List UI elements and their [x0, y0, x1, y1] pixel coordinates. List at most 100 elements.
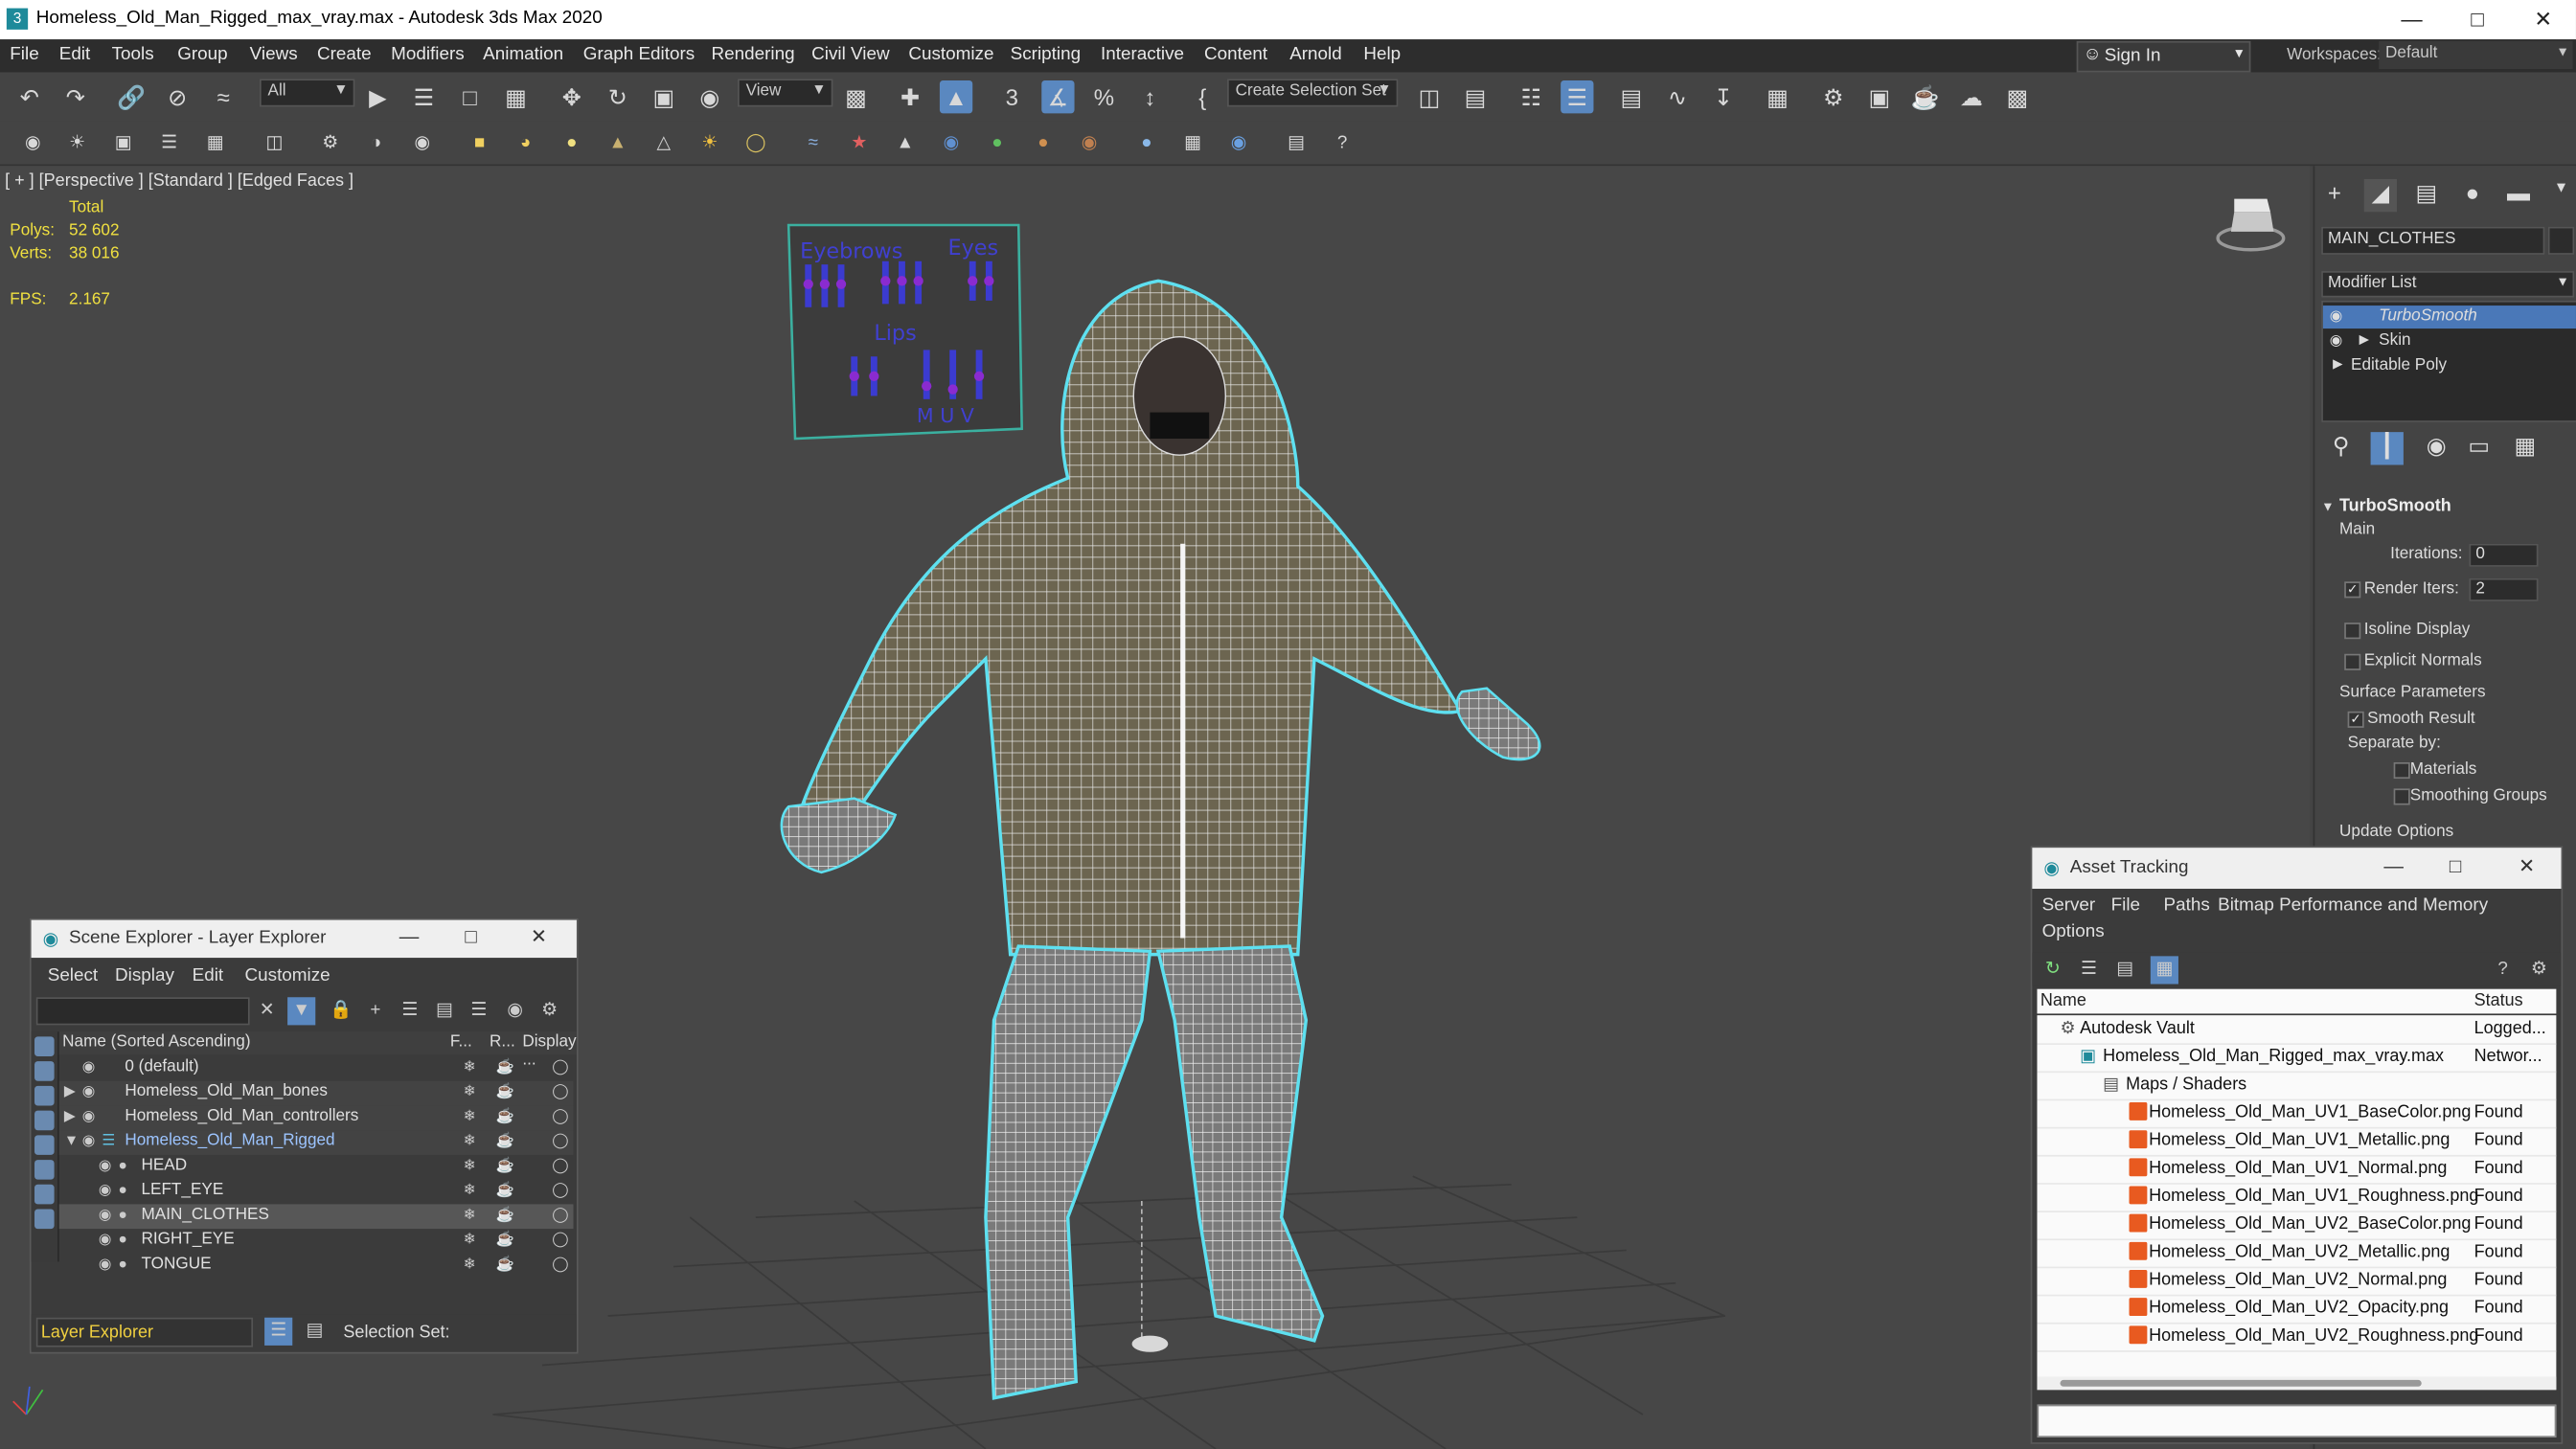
display-icon[interactable]: ◯: [552, 1132, 568, 1150]
display-icon[interactable]: ◯: [552, 1256, 568, 1274]
minimize-icon[interactable]: —: [2383, 854, 2404, 877]
pin-stack-icon[interactable]: ⚲: [2325, 432, 2358, 464]
explorer-mode-dropdown[interactable]: Layer Explorer: [35, 1317, 254, 1347]
motion-tab-icon[interactable]: ●: [2456, 179, 2489, 212]
list-item[interactable]: Homeless_Old_Man_UV2_Roughness.png Found: [2037, 1323, 2557, 1352]
display-icon[interactable]: ◯: [552, 1231, 568, 1249]
smoothing-groups-checkbox[interactable]: [2393, 788, 2410, 805]
toggle-scene-explorer-icon[interactable]: ☷: [1515, 80, 1547, 113]
vray-scatter-icon[interactable]: ◉: [1073, 126, 1106, 159]
menu-edit[interactable]: Edit: [193, 966, 224, 986]
lock-icon[interactable]: 🔒: [327, 997, 354, 1025]
menu-edit[interactable]: Edit: [59, 44, 91, 64]
modify-tab-icon[interactable]: ◢: [2363, 178, 2398, 213]
arnold-options-icon[interactable]: ▦: [199, 126, 232, 159]
vray-plane-light-icon[interactable]: ■: [464, 126, 496, 159]
spinner-snap-icon[interactable]: ↕: [1133, 80, 1166, 113]
menu-options[interactable]: Options: [2042, 921, 2105, 941]
unlink-icon[interactable]: ⊘: [161, 80, 194, 113]
vray-mesh-light-icon[interactable]: ◯: [740, 126, 772, 159]
window-crossing-icon[interactable]: ▦: [499, 80, 532, 113]
edit-named-selection-icon[interactable]: {: [1186, 80, 1219, 113]
teapot-icon[interactable]: ☕: [496, 1157, 514, 1175]
pivot-icon[interactable]: ▩: [839, 80, 872, 113]
vray-proxy-icon[interactable]: ★: [843, 126, 876, 159]
col-status[interactable]: Status: [2474, 990, 2523, 1010]
freeze-icon[interactable]: ❄: [464, 1256, 476, 1274]
menu-content[interactable]: Content: [1204, 44, 1267, 64]
mirror-icon[interactable]: ◫: [1413, 80, 1446, 113]
schematic-view-icon[interactable]: ↧: [1707, 80, 1740, 113]
asset-path-field[interactable]: [2037, 1404, 2557, 1438]
material-editor-icon[interactable]: ▦: [1761, 80, 1793, 113]
table-row[interactable]: ◉ ● HEAD ❄ ☕ ◯: [59, 1155, 574, 1180]
workspace-dropdown[interactable]: Default ▼: [2379, 40, 2573, 70]
vray-export-icon[interactable]: ▤: [1280, 126, 1312, 159]
viewcube[interactable]: [2216, 198, 2286, 252]
percent-snap-icon[interactable]: %: [1087, 80, 1120, 113]
hierarchy-mode-icon[interactable]: ▤: [301, 1318, 329, 1346]
teapot-icon[interactable]: ☕: [496, 1058, 514, 1076]
table-row[interactable]: ◉ ● TONGUE ❄ ☕ ◯: [59, 1254, 574, 1279]
vray-materials-icon[interactable]: ◉: [406, 126, 439, 159]
horizontal-scrollbar[interactable]: [2037, 1376, 2557, 1391]
iterations-spinner[interactable]: 0: [2469, 543, 2539, 567]
expand-icon[interactable]: ▶: [2359, 332, 2370, 347]
menu-customize[interactable]: Customize: [245, 966, 331, 986]
display-none-icon[interactable]: [34, 1036, 55, 1057]
menu-customize[interactable]: Customize: [908, 44, 993, 64]
vray-lister-icon[interactable]: ◑: [360, 126, 393, 159]
display-groups-icon[interactable]: [34, 1184, 55, 1205]
object-color-swatch[interactable]: [2547, 226, 2575, 255]
redo-icon[interactable]: ↷: [59, 80, 92, 113]
display-icon[interactable]: ◯: [552, 1058, 568, 1076]
rendered-frame-window-icon[interactable]: ▣: [1863, 80, 1896, 113]
teapot-icon[interactable]: ☕: [496, 1256, 514, 1274]
list-item[interactable]: Homeless_Old_Man_UV2_Metallic.png Found: [2037, 1238, 2557, 1269]
menu-bitmap-performance[interactable]: Bitmap Performance and Memory: [2218, 895, 2488, 916]
freeze-icon[interactable]: ❄: [464, 1206, 476, 1224]
maximize-icon[interactable]: □: [2450, 854, 2461, 877]
menu-arnold[interactable]: Arnold: [1289, 44, 1342, 64]
render-iters-checkbox[interactable]: ✓: [2344, 581, 2361, 599]
expand-icon[interactable]: ▶: [64, 1082, 76, 1100]
menu-modifiers[interactable]: Modifiers: [391, 44, 465, 64]
expand-icon[interactable]: ▶: [64, 1107, 76, 1125]
teapot-icon[interactable]: ☕: [496, 1107, 514, 1125]
eye-icon[interactable]: ◉: [82, 1132, 95, 1150]
bind-space-warp-icon[interactable]: ≈: [207, 80, 239, 113]
menu-select[interactable]: Select: [48, 966, 98, 986]
move-icon[interactable]: ✥: [556, 80, 588, 113]
toggle-ribbon-icon[interactable]: ▤: [1615, 80, 1648, 113]
display-helpers-icon[interactable]: [34, 1135, 55, 1155]
display-geometry-icon[interactable]: [34, 1061, 55, 1081]
render-cloud-icon[interactable]: ☁: [1955, 80, 1988, 113]
rotate-icon[interactable]: ↻: [602, 80, 634, 113]
display-icon[interactable]: ◯: [552, 1157, 568, 1175]
undo-icon[interactable]: ↶: [13, 80, 46, 113]
vray-volume-icon[interactable]: ●: [1027, 126, 1060, 159]
freeze-icon[interactable]: ❄: [464, 1181, 476, 1199]
select-by-name-icon[interactable]: ☰: [407, 80, 440, 113]
teapot-icon[interactable]: ☕: [496, 1082, 514, 1100]
vray-cloud-icon[interactable]: ◉: [1222, 126, 1255, 159]
vray-fur-icon[interactable]: ≈: [797, 126, 830, 159]
menu-server[interactable]: Server: [2042, 895, 2096, 916]
selection-set-dropdown[interactable]: Create Selection Set ▼: [1227, 79, 1399, 107]
smooth-result-checkbox[interactable]: ✓: [2347, 711, 2364, 728]
add-layer-icon[interactable]: +: [361, 997, 389, 1025]
list-item[interactable]: Homeless_Old_Man_UV2_Opacity.png Found: [2037, 1295, 2557, 1324]
scene-search-input[interactable]: [35, 997, 250, 1026]
menu-graph-editors[interactable]: Graph Editors: [583, 44, 695, 64]
create-tab-icon[interactable]: +: [2318, 179, 2351, 212]
snaps-toggle-icon[interactable]: 3: [995, 80, 1028, 113]
maximize-icon[interactable]: □: [2445, 3, 2511, 35]
selection-filter-dropdown[interactable]: All ▼: [259, 79, 355, 107]
eye-icon[interactable]: ◉: [99, 1181, 111, 1199]
menu-create[interactable]: Create: [317, 44, 372, 64]
make-unique-icon[interactable]: ◉: [2420, 432, 2452, 464]
minimize-icon[interactable]: —: [2379, 3, 2445, 35]
table-row[interactable]: ◉ 0 (default) ❄ ☕ ◯: [59, 1056, 574, 1081]
table-view-icon[interactable]: ▤: [2111, 956, 2139, 984]
render-setup-icon[interactable]: ⚙: [1817, 80, 1850, 113]
